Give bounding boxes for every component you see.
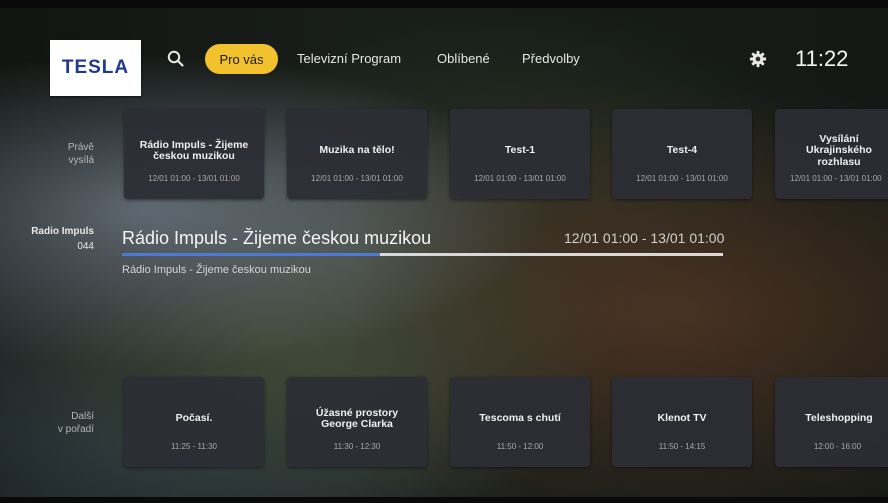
tab-predvolby[interactable]: Předvolby — [522, 51, 580, 66]
gear-icon[interactable] — [749, 50, 767, 68]
card-title: Klenot TV — [657, 412, 707, 425]
card-title: Tescoma s chutí — [479, 412, 561, 425]
top-border — [0, 0, 888, 8]
next-card[interactable]: Klenot TV 11:50 - 14:15 — [612, 377, 752, 467]
program-progress-fill — [122, 253, 381, 256]
now-card[interactable]: Test-4 12/01 01:00 - 13/01 01:00 — [612, 109, 752, 199]
card-time: 11:30 - 12:30 — [333, 442, 381, 451]
now-card[interactable]: Vysílání Ukrajinského rozhlasu 12/01 01:… — [775, 109, 888, 199]
card-title: Rádio Impuls - Žijeme českou muzikou — [139, 138, 249, 162]
now-card[interactable]: Rádio Impuls - Žijeme českou muzikou 12/… — [124, 109, 264, 199]
card-title: Teleshopping — [805, 412, 873, 425]
program-description: Rádio Impuls - Žijeme českou muzikou — [122, 264, 311, 276]
current-channel: Radio Impuls 044 — [20, 224, 94, 254]
next-card[interactable]: Tescoma s chutí 11:50 - 12:00 — [450, 377, 590, 467]
card-time: 11:50 - 12:00 — [496, 442, 544, 451]
next-card[interactable]: Úžasné prostory George Clarka 11:30 - 12… — [287, 377, 427, 467]
card-title: Test-1 — [504, 144, 536, 157]
bottom-border — [0, 497, 888, 503]
logo-text: TESLA — [61, 57, 130, 78]
next-card[interactable]: Teleshopping 12:00 - 16:00 — [775, 377, 888, 467]
card-title: Úžasné prostory George Clarka — [315, 406, 399, 430]
card-time: 11:25 - 11:30 — [171, 442, 217, 451]
card-title: Test-4 — [666, 144, 698, 157]
card-time: 12/01 01:00 - 13/01 01:00 — [636, 174, 728, 183]
program-time: 12/01 01:00 - 13/01 01:00 — [564, 230, 725, 246]
next-row-label-line1: Další — [71, 411, 94, 422]
card-time: 12/01 01:00 - 13/01 01:00 — [311, 174, 403, 183]
channel-number: 044 — [77, 241, 94, 252]
next-row-label-line2: v pořadí — [57, 424, 94, 435]
card-time: 12/01 01:00 - 13/01 01:00 — [148, 174, 240, 183]
clock: 11:22 — [795, 46, 849, 71]
card-time: 12/01 01:00 - 13/01 01:00 — [474, 174, 566, 183]
tab-oblibene[interactable]: Oblíbené — [437, 51, 490, 66]
card-title: Vysílání Ukrajinského rozhlasu — [806, 132, 872, 168]
program-progress-bar — [122, 253, 723, 256]
tab-pro-vas[interactable]: Pro vás — [205, 44, 278, 74]
card-title: Muzika na tělo! — [319, 144, 395, 157]
now-card[interactable]: Muzika na tělo! 12/01 01:00 - 13/01 01:0… — [287, 109, 427, 199]
now-row-label: Právě vysílá — [40, 141, 94, 167]
card-title: Počasí. — [175, 412, 213, 425]
now-row-label-line1: Právě — [67, 142, 94, 153]
program-title: Rádio Impuls - Žijeme českou muzikou — [122, 228, 432, 248]
channel-name: Radio Impuls — [31, 226, 94, 237]
now-row-label-line2: vysílá — [68, 155, 94, 166]
card-time: 12:00 - 16:00 — [813, 442, 862, 451]
next-card[interactable]: Počasí. 11:25 - 11:30 — [124, 377, 264, 467]
next-row-label: Další v pořadí — [40, 410, 94, 436]
tesla-logo: TESLA — [50, 40, 141, 96]
card-time: 12/01 01:00 - 13/01 01:00 — [790, 174, 882, 183]
search-icon[interactable] — [165, 48, 187, 70]
now-card[interactable]: Test-1 12/01 01:00 - 13/01 01:00 — [450, 109, 590, 199]
card-time: 11:50 - 14:15 — [658, 442, 706, 451]
tab-televizni-program[interactable]: Televizní Program — [297, 51, 401, 66]
